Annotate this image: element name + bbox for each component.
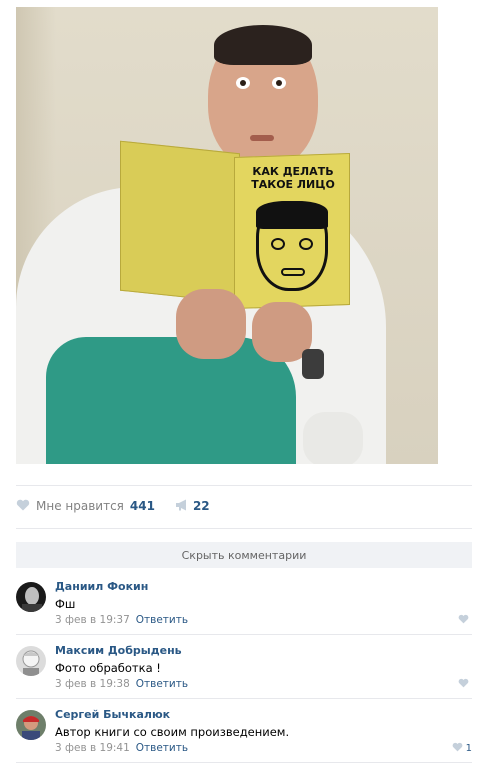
like-button[interactable]: Мне нравится 441	[16, 499, 155, 514]
photo-hand-left	[176, 289, 246, 359]
reply-button[interactable]: Ответить	[136, 678, 188, 690]
comment-author[interactable]: Сергей Бычкалюк	[55, 708, 170, 721]
book-face-mouth	[281, 268, 305, 276]
reply-button[interactable]: Ответить	[136, 614, 188, 626]
comment-author[interactable]: Даниил Фокин	[55, 580, 148, 593]
heart-icon	[452, 742, 463, 755]
book-face-hair	[256, 201, 328, 229]
photo-mouth	[250, 135, 274, 141]
divider	[16, 762, 472, 763]
divider	[16, 698, 472, 699]
book-face-eye-left	[271, 238, 285, 250]
avatar[interactable]	[16, 646, 46, 676]
comment-like-button[interactable]	[458, 614, 472, 627]
book-left-page	[120, 140, 240, 304]
post-photo[interactable]: КАК ДЕЛАТЬ ТАКОЕ ЛИЦО	[16, 7, 438, 464]
photo-eye-right	[272, 77, 286, 89]
divider	[16, 485, 472, 486]
divider	[16, 634, 472, 635]
book-face-drawing	[256, 201, 328, 291]
comment-like-button[interactable]	[458, 678, 472, 691]
comment-date[interactable]: 3 фев в 19:41	[55, 742, 130, 754]
heart-icon	[458, 678, 469, 691]
comment-text: Автор книги со своим произведением.	[55, 725, 290, 739]
comment-like-button[interactable]: 1	[452, 742, 472, 755]
comment-date[interactable]: 3 фев в 19:38	[55, 678, 130, 690]
megaphone-icon	[175, 499, 189, 514]
comment-item: Максим Добрыдень Фото обработка ! 3 фев …	[16, 642, 472, 702]
like-label: Мне нравится	[36, 499, 124, 513]
avatar[interactable]	[16, 710, 46, 740]
photo-gown	[46, 337, 296, 464]
book-title-line2: ТАКОЕ ЛИЦО	[251, 178, 335, 191]
like-count: 441	[129, 499, 155, 513]
comment-like-count: 1	[465, 743, 472, 754]
heart-icon	[458, 614, 469, 627]
avatar[interactable]	[16, 582, 46, 612]
comment-item: Даниил Фокин Фш 3 фев в 19:37 Ответить	[16, 578, 472, 638]
photo-chair	[303, 412, 363, 464]
comment-author[interactable]: Максим Добрыдень	[55, 644, 182, 657]
book-face-eye-right	[299, 238, 313, 250]
share-button[interactable]: 22	[175, 499, 210, 514]
divider	[16, 528, 472, 529]
reply-button[interactable]: Ответить	[136, 742, 188, 754]
comment-meta: 3 фев в 19:37 Ответить	[55, 614, 188, 626]
book-title: КАК ДЕЛАТЬ ТАКОЕ ЛИЦО	[238, 165, 348, 191]
book-title-line1: КАК ДЕЛАТЬ	[252, 165, 334, 178]
photo-hair	[214, 25, 312, 65]
comment-meta: 3 фев в 19:41 Ответить	[55, 742, 188, 754]
photo-eye-left	[236, 77, 250, 89]
heart-icon	[16, 499, 30, 514]
share-count: 22	[192, 499, 210, 513]
hide-comments-button[interactable]: Скрыть комментарии	[16, 542, 472, 568]
photo-watch	[302, 349, 324, 379]
comment-meta: 3 фев в 19:38 Ответить	[55, 678, 188, 690]
comment-text: Фото обработка !	[55, 661, 161, 675]
comment-item: Сергей Бычкалюк Автор книги со своим про…	[16, 706, 472, 766]
comment-date[interactable]: 3 фев в 19:37	[55, 614, 130, 626]
post-actions: Мне нравится 441 22	[16, 496, 210, 516]
comment-text: Фш	[55, 597, 76, 611]
